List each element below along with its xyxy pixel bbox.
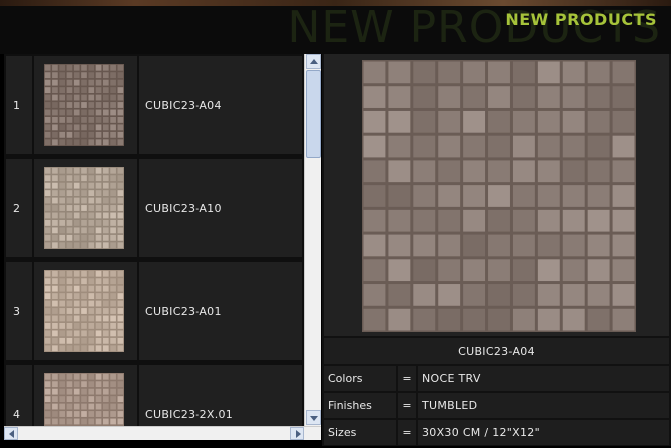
spec-value: NOCE TRV: [418, 366, 669, 391]
row-index: 1: [6, 56, 32, 154]
thumbnail-cell[interactable]: [34, 159, 137, 257]
product-code[interactable]: CUBIC23-A10: [139, 159, 302, 257]
spec-label: Colors: [324, 366, 396, 391]
list-item[interactable]: 3 CUBIC23-A01: [4, 260, 304, 360]
product-thumbnail[interactable]: [44, 270, 124, 352]
list-item[interactable]: 2 CUBIC23-A10: [4, 157, 304, 257]
thumbnail-cell[interactable]: [34, 262, 137, 360]
spec-value: 30X30 CM / 12"X12": [418, 420, 669, 445]
chevron-down-icon: [310, 416, 318, 421]
scroll-right-button[interactable]: [290, 427, 304, 440]
page-title: NEW PRODUCTS: [505, 10, 657, 29]
spec-row-finishes: Finishes = TUMBLED: [324, 393, 669, 418]
product-code[interactable]: CUBIC23-A04: [139, 56, 302, 154]
horizontal-scrollbar[interactable]: [4, 426, 321, 440]
bottom-strip: [0, 440, 322, 448]
product-thumbnail[interactable]: [44, 167, 124, 249]
scroll-up-button[interactable]: [306, 54, 321, 69]
chevron-left-icon: [9, 430, 14, 438]
row-index: 4: [6, 365, 32, 426]
spec-value: TUMBLED: [418, 393, 669, 418]
list-item[interactable]: 4 CUBIC23-2X.01: [4, 363, 304, 426]
product-code[interactable]: CUBIC23-2X.01: [139, 365, 302, 426]
spec-label: Finishes: [324, 393, 396, 418]
product-list: 1 CUBIC23-A04 2 CUBIC23-A10 3 CUBIC23-A0…: [4, 54, 304, 426]
scroll-down-button[interactable]: [306, 410, 321, 425]
row-index: 3: [6, 262, 32, 360]
spec-equals: =: [398, 420, 416, 445]
product-thumbnail[interactable]: [44, 64, 124, 146]
list-item[interactable]: 1 CUBIC23-A04: [4, 54, 304, 154]
product-code[interactable]: CUBIC23-A01: [139, 262, 302, 360]
thumbnail-cell[interactable]: [34, 365, 137, 426]
chevron-right-icon: [296, 430, 301, 438]
scroll-thumb[interactable]: [306, 70, 321, 158]
spec-label: Sizes: [324, 420, 396, 445]
product-thumbnail[interactable]: [44, 373, 124, 426]
spec-row-sizes: Sizes = 30X30 CM / 12"X12": [324, 420, 669, 445]
product-image: [362, 60, 636, 332]
spec-row-colors: Colors = NOCE TRV: [324, 366, 669, 391]
spec-equals: =: [398, 366, 416, 391]
vertical-scrollbar[interactable]: [304, 54, 321, 426]
chevron-up-icon: [310, 59, 318, 64]
row-index: 2: [6, 159, 32, 257]
scroll-left-button[interactable]: [4, 427, 18, 440]
header: NEW PRODUCTS NEW PRODUCTS: [0, 6, 671, 54]
product-detail: CUBIC23-A04 Colors = NOCE TRV Finishes =…: [322, 54, 671, 446]
spec-equals: =: [398, 393, 416, 418]
detail-image-frame: [324, 54, 669, 336]
thumbnail-cell[interactable]: [34, 56, 137, 154]
product-name: CUBIC23-A04: [324, 338, 669, 364]
